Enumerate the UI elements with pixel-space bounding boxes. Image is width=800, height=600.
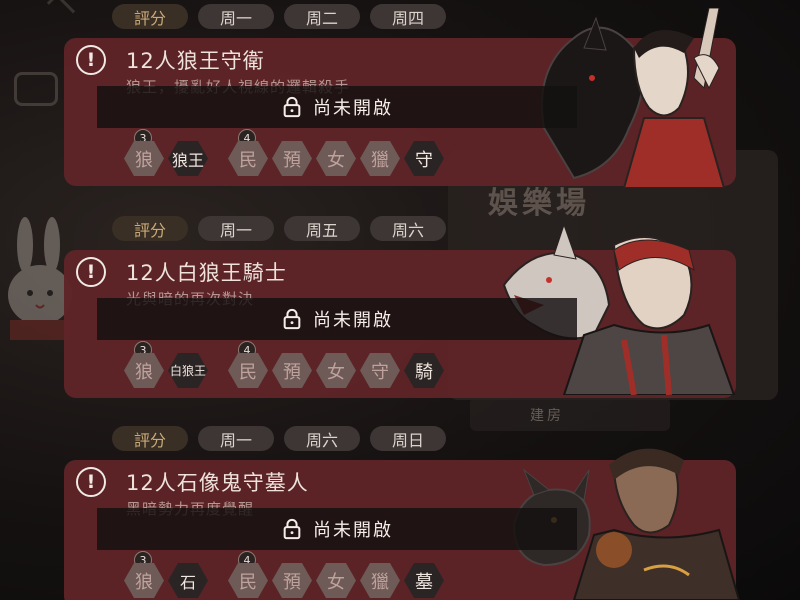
day-chip: 周五 — [284, 216, 360, 241]
day-chip: 周二 — [284, 4, 360, 29]
chevron-up-icon — [46, 0, 76, 22]
role-wolf-king: 狼王 — [168, 141, 208, 176]
build-room-button[interactable]: 建房 — [470, 397, 670, 431]
lock-label: 尚未開啟 — [313, 98, 393, 119]
role-witch: 女 — [316, 563, 356, 598]
role-villager: 民 — [228, 563, 268, 598]
wolf-roles: 3 狼 石 — [124, 551, 208, 598]
rating-chip[interactable]: 評分 — [112, 4, 188, 29]
role-wolf: 狼 — [124, 353, 164, 388]
role-guard: 守 — [360, 353, 400, 388]
lock-icon — [283, 96, 301, 118]
day-chip: 周一 — [198, 426, 274, 451]
room-card-3[interactable]: 評分 周一 周六 周日 ! 12人石像鬼守墓人 黑暗勢力再度覺醒 尚未開啟 3 … — [64, 426, 741, 600]
role-list: 3 狼 石 4 民 預 女 獵 墓 — [124, 551, 464, 598]
rating-chip[interactable]: 評分 — [112, 426, 188, 451]
locked-overlay: 尚未開啟 — [97, 298, 577, 340]
good-roles: 4 民 預 女 獵 守 — [228, 129, 444, 176]
lock-icon — [283, 308, 301, 330]
day-chip: 周六 — [370, 216, 446, 241]
role-witch: 女 — [316, 141, 356, 176]
schedule-chips: 評分 周一 周五 周六 — [112, 216, 446, 241]
day-chip: 周日 — [370, 426, 446, 451]
schedule-chips: 評分 周一 周六 周日 — [112, 426, 446, 451]
day-chip: 周六 — [284, 426, 360, 451]
day-chip: 周四 — [370, 4, 446, 29]
role-guard: 守 — [404, 141, 444, 176]
good-roles: 4 民 預 女 守 騎 — [228, 341, 444, 388]
exclamation-icon: ! — [76, 467, 106, 497]
role-hunter: 獵 — [360, 563, 400, 598]
role-villager: 民 — [228, 353, 268, 388]
role-hunter: 獵 — [360, 141, 400, 176]
lock-label: 尚未開啟 — [313, 310, 393, 331]
role-white-wolf-king: 白狼王 — [168, 353, 208, 388]
room-card-1[interactable]: 評分 周一 周二 周四 ! 12人狼王守衛 狼王，擾亂好人視線的邏輯殺手 尚未開… — [64, 4, 736, 188]
wolf-roles: 3 狼 白狼王 — [124, 341, 208, 388]
chat-icon — [14, 72, 58, 106]
lock-icon — [283, 518, 301, 540]
role-gravekeeper: 墓 — [404, 563, 444, 598]
room-title: 12人石像鬼守墓人 — [126, 471, 309, 495]
role-villager: 民 — [228, 141, 268, 176]
role-wolf: 狼 — [124, 563, 164, 598]
room-card-2[interactable]: 評分 周一 周五 周六 ! 12人白狼王騎士 光與暗的再次對決 尚未開啟 3 狼… — [64, 216, 736, 398]
role-seer: 預 — [272, 141, 312, 176]
role-seer: 預 — [272, 353, 312, 388]
role-seer: 預 — [272, 563, 312, 598]
exclamation-icon: ! — [76, 257, 106, 287]
exclamation-icon: ! — [76, 45, 106, 75]
wolf-roles: 3 狼 狼王 — [124, 129, 208, 176]
day-chip: 周一 — [198, 216, 274, 241]
role-list: 3 狼 狼王 4 民 預 女 獵 守 — [124, 129, 464, 176]
role-gargoyle: 石 — [168, 563, 208, 598]
role-wolf: 狼 — [124, 141, 164, 176]
locked-overlay: 尚未開啟 — [97, 86, 577, 128]
day-chip: 周一 — [198, 4, 274, 29]
lock-label: 尚未開啟 — [313, 520, 393, 541]
good-roles: 4 民 預 女 獵 墓 — [228, 551, 444, 598]
locked-overlay: 尚未開啟 — [97, 508, 577, 550]
role-list: 3 狼 白狼王 4 民 預 女 守 騎 — [124, 341, 464, 388]
role-witch: 女 — [316, 353, 356, 388]
room-title: 12人狼王守衛 — [126, 49, 265, 73]
room-title: 12人白狼王騎士 — [126, 261, 287, 285]
schedule-chips: 評分 周一 周二 周四 — [112, 4, 446, 29]
rating-chip[interactable]: 評分 — [112, 216, 188, 241]
role-knight: 騎 — [404, 353, 444, 388]
